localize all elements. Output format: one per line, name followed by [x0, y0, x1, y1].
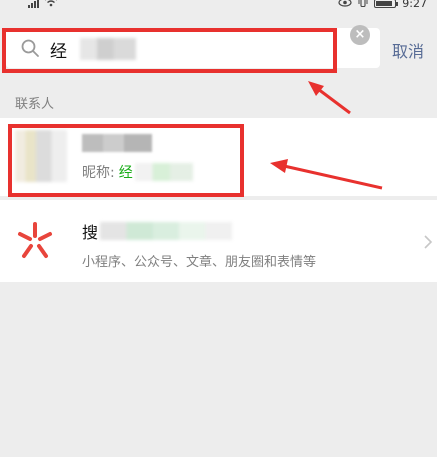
- search-all-item[interactable]: 搜 小程序、公众号、文章、朋友圈和表情等: [0, 200, 437, 282]
- nickname-redacted: [134, 163, 193, 181]
- search-all-subtitle: 小程序、公众号、文章、朋友圈和表情等: [82, 255, 317, 270]
- search-input[interactable]: 经: [6, 28, 380, 68]
- search-row: 经 × 取消: [0, 14, 437, 84]
- status-right: 9:27: [338, 0, 427, 10]
- search-icon: [21, 39, 39, 57]
- nickname-row: 昵称: 经: [82, 162, 193, 182]
- search-screen: 9:27 经 × 取消 联系人 昵称: 经 搜 小程序、公众号、文章、朋友圈和表…: [0, 0, 437, 457]
- search-all-prefix: 搜: [82, 223, 99, 242]
- battery-icon: [374, 0, 399, 8]
- search-all-title: 搜: [82, 221, 232, 242]
- status-left: [28, 0, 58, 10]
- signal-icon: [28, 0, 39, 8]
- search-query-redacted: [80, 38, 136, 60]
- cancel-button[interactable]: 取消: [392, 38, 424, 62]
- eye-icon: [338, 0, 352, 10]
- contact-name-redacted: [82, 134, 152, 152]
- contacts-section-header: 联系人: [0, 84, 437, 118]
- search-query-text: 经: [50, 42, 67, 62]
- section-title: 联系人: [15, 97, 55, 112]
- avatar: [15, 130, 67, 182]
- nickname-match: 经: [118, 165, 133, 181]
- wifi-icon: [44, 0, 58, 10]
- nickname-label: 昵称:: [82, 165, 115, 181]
- status-time: 9:27: [402, 0, 427, 10]
- contact-result[interactable]: 昵称: 经: [0, 118, 437, 196]
- clear-icon[interactable]: ×: [350, 25, 370, 45]
- status-bar: 9:27: [0, 0, 437, 14]
- chevron-right-icon: [424, 235, 433, 249]
- vibrate-icon: [358, 0, 368, 10]
- search-all-redacted: [100, 222, 232, 240]
- search-logo-icon: [18, 222, 52, 258]
